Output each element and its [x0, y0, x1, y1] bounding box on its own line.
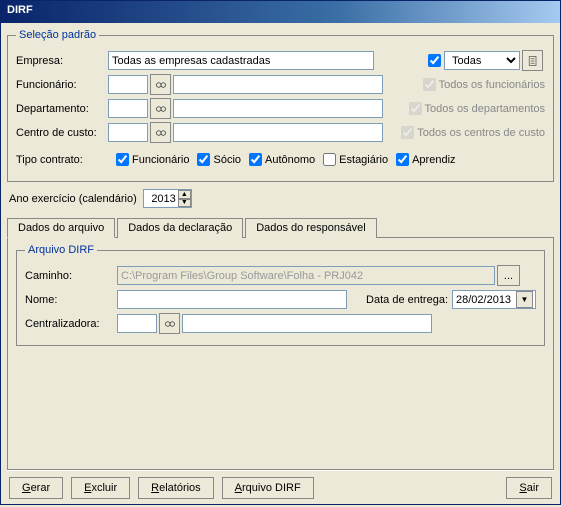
tipo-aprendiz-wrap[interactable]: Aprendiz	[392, 150, 455, 169]
centro-code-input[interactable]	[108, 123, 148, 142]
caminho-label: Caminho:	[25, 270, 117, 282]
data-entrega-input[interactable]	[453, 291, 516, 308]
browse-button[interactable]: ...	[497, 265, 520, 286]
binoculars-icon	[155, 103, 167, 115]
row-caminho: Caminho: ...	[25, 265, 536, 286]
window-title: DIRF	[7, 4, 33, 16]
empresa-picker-button[interactable]	[522, 50, 543, 71]
tipo-funcionario-wrap[interactable]: Funcionário	[112, 150, 189, 169]
tipo-estagiario-wrap[interactable]: Estagiário	[319, 150, 388, 169]
binoculars-icon	[155, 79, 167, 91]
todos-departamentos-checkbox-wrap: Todos os departamentos	[405, 99, 545, 118]
gerar-button[interactable]: Gerar	[9, 477, 63, 499]
todas-select[interactable]: Todas	[444, 51, 520, 70]
tipo-socio-label: Sócio	[213, 154, 241, 166]
empresa-input[interactable]	[108, 51, 374, 70]
arquivo-dirf-legend: Arquivo DIRF	[25, 244, 97, 256]
departamento-label: Departamento:	[16, 103, 108, 115]
todos-centros-label: Todos os centros de custo	[417, 127, 545, 139]
tipo-funcionario-checkbox[interactable]	[116, 153, 129, 166]
arquivo-dirf-group: Arquivo DIRF Caminho: ... Nome: Data de …	[16, 244, 545, 346]
ano-spin-buttons: ▲ ▼	[178, 190, 191, 207]
selecao-padrao-group: Seleção padrão Empresa: Todas Funcion	[7, 29, 554, 182]
binoculars-icon	[164, 318, 176, 330]
tipo-aprendiz-label: Aprendiz	[412, 154, 455, 166]
funcionario-desc-input[interactable]	[173, 75, 383, 94]
ano-spin-down[interactable]: ▼	[178, 199, 191, 208]
tipo-autonomo-label: Autônomo	[265, 154, 315, 166]
row-tipo-contrato: Tipo contrato: Funcionário Sócio Autônom…	[16, 149, 545, 170]
ano-input[interactable]	[144, 190, 178, 207]
row-centro: Centro de custo: Todos os centros de cus…	[16, 122, 545, 143]
ano-exercicio-label: Ano exercício (calendário)	[9, 193, 137, 205]
tab-dados-arquivo[interactable]: Dados do arquivo	[7, 218, 115, 238]
data-entrega-picker[interactable]: ▼	[452, 290, 536, 309]
tipo-aprendiz-checkbox[interactable]	[396, 153, 409, 166]
window: DIRF Seleção padrão Empresa: Todas	[0, 0, 561, 505]
row-centralizadora: Centralizadora:	[25, 313, 536, 334]
row-departamento: Departamento: Todos os departamentos	[16, 98, 545, 119]
todos-centros-checkbox-wrap: Todos os centros de custo	[397, 123, 545, 142]
selecao-padrao-legend: Seleção padrão	[16, 29, 99, 41]
document-icon	[527, 55, 539, 67]
todos-funcionarios-checkbox	[423, 78, 436, 91]
todos-centros-checkbox	[401, 126, 414, 139]
tipo-funcionario-label: Funcionário	[132, 154, 189, 166]
nome-input[interactable]	[117, 290, 347, 309]
empresa-label: Empresa:	[16, 55, 108, 67]
todas-checkbox-wrap[interactable]: Todas	[424, 51, 520, 70]
centralizadora-lookup-button[interactable]	[159, 313, 180, 334]
tipo-estagiario-label: Estagiário	[339, 154, 388, 166]
departamento-lookup-button[interactable]	[150, 98, 171, 119]
tab-dados-declaracao[interactable]: Dados da declaração	[117, 218, 243, 238]
data-entrega-label: Data de entrega:	[366, 294, 448, 306]
todos-funcionarios-checkbox-wrap: Todos os funcionários	[419, 75, 545, 94]
centro-label: Centro de custo:	[16, 127, 108, 139]
funcionario-lookup-button[interactable]	[150, 74, 171, 95]
tab-panel-arquivo: Arquivo DIRF Caminho: ... Nome: Data de …	[7, 238, 554, 470]
row-empresa: Empresa: Todas	[16, 50, 545, 71]
tab-strip: Dados do arquivo Dados da declaração Dad…	[7, 217, 554, 238]
funcionario-label: Funcionário:	[16, 79, 108, 91]
tipo-autonomo-wrap[interactable]: Autônomo	[245, 150, 315, 169]
nome-label: Nome:	[25, 294, 117, 306]
todas-checkbox[interactable]	[428, 54, 441, 67]
funcionario-code-input[interactable]	[108, 75, 148, 94]
centralizadora-code-input[interactable]	[117, 314, 157, 333]
row-nome: Nome: Data de entrega: ▼	[25, 289, 536, 310]
tab-dados-responsavel[interactable]: Dados do responsável	[245, 218, 376, 238]
tipo-socio-wrap[interactable]: Sócio	[193, 150, 241, 169]
tipo-autonomo-checkbox[interactable]	[249, 153, 262, 166]
tipo-estagiario-checkbox[interactable]	[323, 153, 336, 166]
row-funcionario: Funcionário: Todos os funcionários	[16, 74, 545, 95]
row-ano-exercicio: Ano exercício (calendário) ▲ ▼	[9, 188, 554, 209]
todos-departamentos-label: Todos os departamentos	[425, 103, 545, 115]
tipo-socio-checkbox[interactable]	[197, 153, 210, 166]
titlebar: DIRF	[1, 1, 560, 23]
button-row: Gerar Excluir Relatórios Arquivo DIRF Sa…	[7, 470, 554, 501]
content-area: Seleção padrão Empresa: Todas Funcion	[1, 23, 560, 507]
centro-lookup-button[interactable]	[150, 122, 171, 143]
caminho-input	[117, 266, 495, 285]
arquivo-dirf-button[interactable]: Arquivo DIRF	[222, 477, 314, 499]
todos-funcionarios-label: Todos os funcionários	[439, 79, 545, 91]
todos-departamentos-checkbox	[409, 102, 422, 115]
centralizadora-label: Centralizadora:	[25, 318, 117, 330]
ano-spin-up[interactable]: ▲	[178, 190, 191, 199]
centro-desc-input[interactable]	[173, 123, 383, 142]
departamento-desc-input[interactable]	[173, 99, 383, 118]
data-entrega-dropdown-button[interactable]: ▼	[516, 291, 533, 308]
excluir-button[interactable]: Excluir	[71, 477, 130, 499]
sair-button[interactable]: Sair	[506, 477, 552, 499]
tipo-contrato-label: Tipo contrato:	[16, 154, 108, 166]
centralizadora-desc-input[interactable]	[182, 314, 432, 333]
binoculars-icon	[155, 127, 167, 139]
ano-spinner[interactable]: ▲ ▼	[143, 189, 192, 208]
relatorios-button[interactable]: Relatórios	[138, 477, 214, 499]
departamento-code-input[interactable]	[108, 99, 148, 118]
